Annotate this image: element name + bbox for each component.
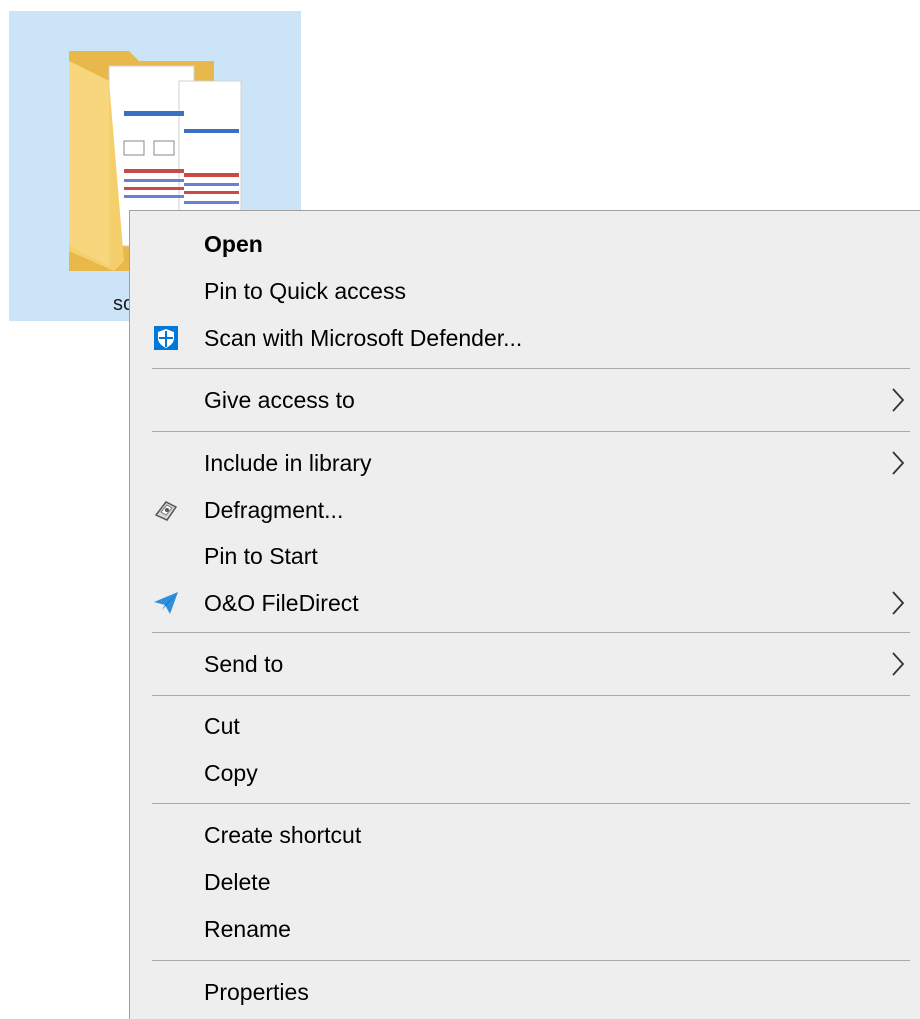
menu-separator — [152, 695, 910, 696]
menu-item-label: Give access to — [204, 386, 355, 413]
menu-item-create-shortcut[interactable]: Create shortcut — [130, 812, 920, 858]
menu-separator — [152, 431, 910, 432]
menu-item-pin-to-quick-access[interactable]: Pin to Quick access — [130, 268, 920, 314]
chevron-right-icon — [892, 591, 905, 615]
menu-item-give-access-to[interactable]: Give access to — [130, 377, 920, 423]
menu-item-properties[interactable]: Properties — [130, 969, 920, 1015]
defender-shield-icon — [151, 323, 181, 353]
desktop: sc Open Pin to Quick access Scan with Mi… — [0, 0, 920, 1019]
menu-item-defragment[interactable]: Defragment... — [130, 487, 920, 533]
context-menu: Open Pin to Quick access Scan with Micro… — [129, 210, 920, 1019]
menu-item-label: Rename — [204, 915, 291, 942]
menu-item-cut[interactable]: Cut — [130, 703, 920, 749]
menu-item-label: Send to — [204, 650, 284, 677]
menu-item-label: Cut — [204, 712, 240, 739]
menu-item-label: Pin to Quick access — [204, 277, 406, 304]
menu-item-label: Scan with Microsoft Defender... — [204, 324, 523, 351]
menu-item-rename[interactable]: Rename — [130, 906, 920, 952]
menu-item-label: Create shortcut — [204, 821, 362, 848]
menu-item-label: Include in library — [204, 449, 372, 476]
menu-item-open[interactable]: Open — [130, 221, 920, 267]
paper-plane-icon — [151, 588, 181, 618]
menu-separator — [152, 368, 910, 369]
menu-item-label: Defragment... — [204, 496, 344, 523]
defragment-icon — [151, 495, 181, 525]
menu-item-label: Copy — [204, 759, 258, 786]
menu-item-label: Open — [204, 230, 263, 257]
menu-item-label: Properties — [204, 978, 309, 1005]
chevron-right-icon — [892, 388, 905, 412]
menu-separator — [152, 960, 910, 961]
menu-separator — [152, 632, 910, 633]
menu-item-send-to[interactable]: Send to — [130, 641, 920, 687]
menu-item-include-in-library[interactable]: Include in library — [130, 440, 920, 486]
chevron-right-icon — [892, 451, 905, 475]
menu-item-delete[interactable]: Delete — [130, 859, 920, 905]
menu-item-oo-filedirect[interactable]: O&O FileDirect — [130, 580, 920, 626]
menu-item-label: O&O FileDirect — [204, 589, 359, 616]
menu-item-scan-with-defender[interactable]: Scan with Microsoft Defender... — [130, 315, 920, 361]
menu-item-label: Pin to Start — [204, 542, 318, 569]
menu-item-label: Delete — [204, 868, 271, 895]
menu-item-pin-to-start[interactable]: Pin to Start — [130, 533, 920, 579]
menu-item-copy[interactable]: Copy — [130, 750, 920, 796]
chevron-right-icon — [892, 652, 905, 676]
menu-separator — [152, 803, 910, 804]
